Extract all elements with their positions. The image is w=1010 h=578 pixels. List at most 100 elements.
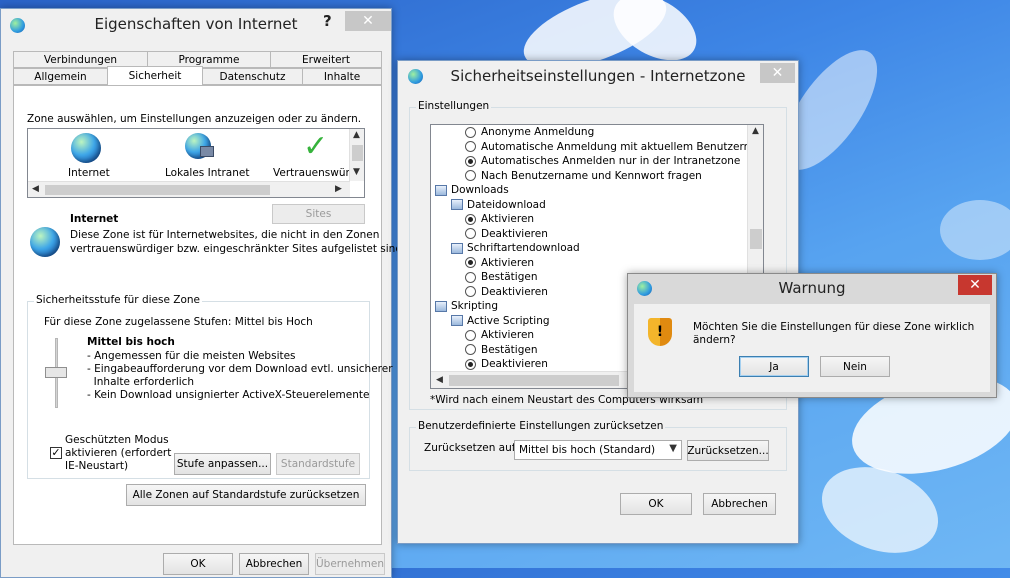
tab-inhalte[interactable]: Inhalte [302,68,382,85]
cancel-button[interactable]: Abbrechen [239,553,309,575]
radio-unselected[interactable] [465,344,476,356]
radio-selected[interactable] [465,213,476,225]
scroll-left-icon[interactable]: ◀ [32,184,39,194]
tree-option[interactable]: Deaktivieren [465,227,548,242]
internet-options-icon [10,18,25,33]
settings-folder-icon[interactable] [435,300,447,312]
radio-unselected[interactable] [465,286,476,298]
reset-group-label: Benutzerdefinierte Einstellungen zurücks… [416,420,666,432]
level-point-3: Inhalte erforderlich [87,376,195,388]
tree-option[interactable]: Deaktivieren [465,285,548,300]
tree-option[interactable]: Bestätigen [465,343,538,358]
radio-unselected[interactable] [465,170,476,182]
scroll-up-icon[interactable]: ▲ [353,130,360,140]
warning-close-button[interactable]: ✕ [958,275,992,295]
tree-label: Bestätigen [481,271,538,284]
tree-option[interactable]: Anonyme Anmeldung [465,125,594,140]
tree-folder[interactable]: Downloads [435,183,509,198]
tab-sicherheit[interactable]: Sicherheit [107,66,203,85]
internet-properties-titlebar[interactable]: Eigenschaften von Internet [1,9,391,39]
warning-app-icon [637,281,652,296]
allowed-levels: Für diese Zone zugelassene Stufen: Mitte… [44,316,313,328]
zone-list[interactable]: Internet Lokales Intranet ✓ Vertrauenswü… [27,128,365,198]
settings-folder-icon[interactable] [435,184,447,196]
tree-folder[interactable]: Skripting [435,299,498,314]
tree-option[interactable]: Deaktivieren [465,357,548,372]
radio-unselected[interactable] [465,329,476,341]
zone-list-vscrollbar[interactable]: ▲ ▼ [349,129,364,181]
radio-unselected[interactable] [465,126,476,138]
tree-folder[interactable]: Dateidownload [451,198,546,213]
tab-datenschutz[interactable]: Datenschutz [202,68,303,85]
tree-label: Deaktivieren [481,358,548,371]
zone-list-hscrollbar[interactable]: ◀ ▶ [28,181,350,197]
trusted-zone-checkmark-icon[interactable]: ✓ [303,131,328,163]
security-level-group: Sicherheitsstufe für diese Zone Für dies… [27,294,393,479]
zone-list-vthumb[interactable] [352,145,363,161]
zone-description-line2: vertrauenswürdiger bzw. eingeschränkter … [70,243,406,255]
reset-to-label: Zurücksetzen auf: [424,442,519,454]
yes-button[interactable]: Ja [739,356,809,377]
tree-option[interactable]: Automatische Anmeldung mit aktuellem Ben… [465,140,749,155]
no-button[interactable]: Nein [820,356,890,377]
zone-local-intranet[interactable]: Lokales Intranet [165,167,249,179]
zone-description-line1: Diese Zone ist für Internetwebsites, die… [70,229,380,241]
tree-option[interactable]: Aktivieren [465,212,534,227]
reset-to-select[interactable]: Mittel bis hoch (Standard) ▼ [514,440,682,460]
security-level-slider-thumb[interactable] [45,367,67,378]
close-button[interactable]: ✕ [345,11,391,31]
intranet-monitor-icon [200,146,214,157]
level-point-1: - Angemessen für die meisten Websites [87,350,296,362]
default-level-button[interactable]: Standardstufe [276,453,360,475]
zone-prompt: Zone auswählen, um Einstellungen anzuzei… [27,113,362,125]
warning-title: Warnung [778,279,846,297]
zone-trusted[interactable]: Vertrauenswürd [273,167,356,179]
tree-label: Automatische Anmeldung mit aktuellem Ben… [481,140,749,153]
tree-scroll-left-icon[interactable]: ◀ [436,375,443,385]
tab-allgemein[interactable]: Allgemein [13,68,108,85]
radio-selected[interactable] [465,358,476,370]
reset-all-zones-button[interactable]: Alle Zonen auf Standardstufe zurücksetze… [126,484,366,506]
security-settings-cancel-button[interactable]: Abbrechen [703,493,776,515]
security-settings-ok-button[interactable]: OK [620,493,692,515]
custom-level-button[interactable]: Stufe anpassen... [174,453,271,475]
tree-option[interactable]: Automatisches Anmelden nur in der Intran… [465,154,740,169]
scroll-down-icon[interactable]: ▼ [353,167,360,177]
settings-tree-vthumb[interactable] [750,229,762,249]
tree-option[interactable]: Aktivieren [465,328,534,343]
settings-folder-icon[interactable] [451,242,463,254]
security-settings-close-button[interactable]: ✕ [760,63,795,83]
reset-button[interactable]: Zurücksetzen... [687,440,769,461]
security-settings-titlebar[interactable]: Sicherheitseinstellungen - Internetzone [398,61,798,91]
tree-option[interactable]: Aktivieren [465,256,534,271]
protected-mode-checkbox[interactable]: ✓ [50,447,62,459]
radio-unselected[interactable] [465,228,476,240]
scroll-right-icon[interactable]: ▶ [335,184,342,194]
tree-label: Nach Benutzername und Kennwort fragen [481,169,702,182]
tree-option[interactable]: Nach Benutzername und Kennwort fragen [465,169,702,184]
settings-folder-icon[interactable] [451,315,463,327]
help-button[interactable]: ? [323,12,332,30]
reset-group: Benutzerdefinierte Einstellungen zurücks… [409,420,787,471]
radio-unselected[interactable] [465,141,476,153]
internet-zone-icon[interactable] [71,133,101,163]
tree-option[interactable]: Bestätigen [465,270,538,285]
tree-scroll-up-icon[interactable]: ▲ [752,126,759,136]
radio-selected[interactable] [465,155,476,167]
tab-erweitert[interactable]: Erweitert [270,51,382,68]
tree-folder[interactable]: Schriftartendownload [451,241,580,256]
zone-list-hthumb[interactable] [45,185,270,195]
warning-titlebar[interactable]: Warnung [628,274,996,302]
tree-label: Aktivieren [481,256,535,269]
settings-folder-icon[interactable] [451,199,463,211]
apply-button[interactable]: Übernehmen [315,553,385,575]
sites-button[interactable]: Sites [272,204,365,224]
radio-selected[interactable] [465,257,476,269]
tree-label: Aktivieren [481,213,535,226]
internet-properties-window: Eigenschaften von Internet ? ✕ Verbindun… [0,8,405,578]
zone-internet[interactable]: Internet [68,167,110,179]
ok-button[interactable]: OK [163,553,233,575]
tree-folder[interactable]: Active Scripting [451,314,550,329]
settings-tree-hthumb[interactable] [449,375,619,386]
radio-unselected[interactable] [465,271,476,283]
